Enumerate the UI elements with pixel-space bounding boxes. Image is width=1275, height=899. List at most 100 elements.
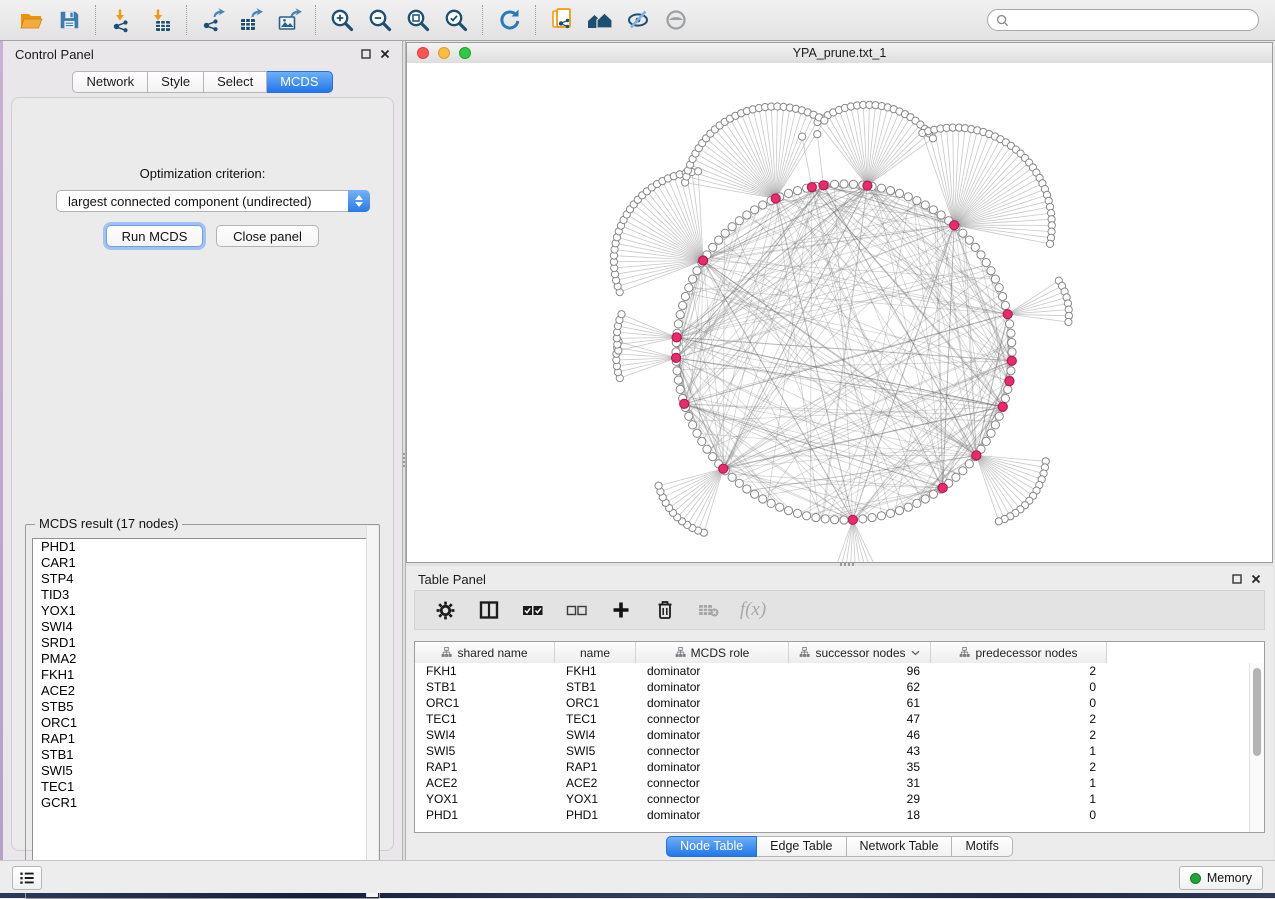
mcds-result-item[interactable]: CAR1 bbox=[33, 555, 372, 571]
run-mcds-button[interactable]: Run MCDS bbox=[106, 225, 203, 247]
float-panel-icon[interactable] bbox=[361, 49, 371, 59]
table-cell: 1 bbox=[931, 776, 1107, 790]
tab-edge-table[interactable]: Edge Table bbox=[757, 836, 846, 857]
table-row[interactable]: FKH1FKH1dominator962 bbox=[415, 663, 1250, 679]
close-panel-button[interactable]: Close panel bbox=[216, 225, 319, 247]
delete-column-icon[interactable] bbox=[653, 598, 677, 622]
mcds-result-item[interactable]: ACE2 bbox=[33, 683, 372, 699]
mcds-result-item[interactable]: PHD1 bbox=[33, 539, 372, 555]
table-row[interactable]: SWI4SWI4dominator462 bbox=[415, 727, 1250, 743]
mcds-result-item[interactable]: TEC1 bbox=[33, 779, 372, 795]
minimize-window-icon[interactable] bbox=[438, 47, 450, 59]
mcds-result-item[interactable]: GCR1 bbox=[33, 795, 372, 811]
settings-icon[interactable] bbox=[433, 598, 457, 622]
table-row[interactable]: SWI5SWI5connector431 bbox=[415, 743, 1250, 759]
import-table-icon[interactable] bbox=[141, 3, 179, 37]
memory-button[interactable]: Memory bbox=[1179, 866, 1263, 890]
table-cell: connector bbox=[636, 744, 789, 758]
search-input[interactable] bbox=[1015, 12, 1250, 28]
close-panel-icon[interactable] bbox=[1251, 574, 1261, 584]
table-row[interactable]: ORC1ORC1dominator610 bbox=[415, 695, 1250, 711]
home-icon[interactable] bbox=[581, 3, 619, 37]
refresh-view-icon[interactable] bbox=[490, 3, 528, 37]
table-row[interactable]: ACE2ACE2connector311 bbox=[415, 775, 1250, 791]
zoom-out-icon[interactable] bbox=[361, 3, 399, 37]
tab-node-table[interactable]: Node Table bbox=[666, 836, 757, 857]
open-folder-icon[interactable] bbox=[12, 3, 50, 37]
mcds-result-item[interactable]: STP4 bbox=[33, 571, 372, 587]
mcds-result-item[interactable]: STB1 bbox=[33, 747, 372, 763]
mcds-result-item[interactable]: SRD1 bbox=[33, 635, 372, 651]
column-header[interactable]: shared name bbox=[415, 642, 555, 663]
tab-style[interactable]: Style bbox=[148, 71, 204, 93]
network-window-titlebar[interactable]: YPA_prune.txt_1 bbox=[407, 43, 1272, 64]
table-scrollbar[interactable] bbox=[1249, 663, 1264, 832]
export-network-icon[interactable] bbox=[194, 3, 232, 37]
splitter-grip-icon bbox=[403, 453, 405, 469]
deselect-all-icon[interactable] bbox=[565, 598, 589, 622]
export-table-icon[interactable] bbox=[232, 3, 270, 37]
control-panel: Control Panel Network Style Select MCDS … bbox=[3, 41, 402, 861]
mcds-result-item[interactable]: FKH1 bbox=[33, 667, 372, 683]
mcds-result-item[interactable]: PMA2 bbox=[33, 651, 372, 667]
table-row[interactable]: STB1STB1dominator620 bbox=[415, 679, 1250, 695]
add-column-icon[interactable] bbox=[609, 598, 633, 622]
table-cell: STB1 bbox=[415, 680, 555, 694]
zoom-selected-icon[interactable] bbox=[437, 3, 475, 37]
mcds-result-item[interactable]: ORC1 bbox=[33, 715, 372, 731]
network-window-title: YPA_prune.txt_1 bbox=[793, 46, 887, 60]
toolbar-separator bbox=[315, 5, 316, 35]
network-graph[interactable] bbox=[407, 63, 1272, 562]
table-cell: RAP1 bbox=[415, 760, 555, 774]
network-canvas[interactable] bbox=[407, 63, 1272, 562]
mcds-result-scrollbar[interactable] bbox=[366, 526, 378, 897]
show-columns-icon[interactable] bbox=[477, 598, 501, 622]
table-row[interactable]: YOX1YOX1connector291 bbox=[415, 791, 1250, 807]
select-all-icon[interactable] bbox=[521, 598, 545, 622]
float-panel-icon[interactable] bbox=[1232, 574, 1242, 584]
header-filler bbox=[1107, 642, 1264, 663]
network-window: YPA_prune.txt_1 bbox=[406, 42, 1273, 563]
mcds-result-list[interactable]: PHD1CAR1STP4TID3YOX1SWI4SRD1PMA2FKH1ACE2… bbox=[32, 538, 373, 892]
table-row[interactable]: TEC1TEC1connector472 bbox=[415, 711, 1250, 727]
tab-motifs[interactable]: Motifs bbox=[952, 836, 1012, 857]
mcds-result-item[interactable]: STB5 bbox=[33, 699, 372, 715]
import-network-icon[interactable] bbox=[103, 3, 141, 37]
close-window-icon[interactable] bbox=[417, 47, 429, 59]
optimization-criterion-select[interactable]: largest connected component (undirected) bbox=[56, 190, 370, 212]
tab-network-table[interactable]: Network Table bbox=[847, 836, 953, 857]
table-body[interactable]: FKH1FKH1dominator962STB1STB1dominator620… bbox=[415, 663, 1250, 832]
table-header: shared namenameMCDS rolesuccessor nodesp… bbox=[415, 642, 1264, 664]
column-header[interactable]: successor nodes bbox=[789, 642, 931, 663]
search-field[interactable] bbox=[987, 9, 1259, 31]
select-stepper-icon[interactable] bbox=[348, 190, 370, 212]
table-cell: 46 bbox=[789, 728, 931, 742]
maximize-window-icon[interactable] bbox=[459, 47, 471, 59]
mcds-result-item[interactable]: SWI5 bbox=[33, 763, 372, 779]
tab-mcds[interactable]: MCDS bbox=[267, 71, 332, 93]
zoom-in-icon[interactable] bbox=[323, 3, 361, 37]
table-cell: 35 bbox=[789, 760, 931, 774]
table-row[interactable]: PHD1PHD1dominator180 bbox=[415, 807, 1250, 823]
mcds-result-item[interactable]: SWI4 bbox=[33, 619, 372, 635]
table-cell: ORC1 bbox=[555, 696, 636, 710]
zoom-fit-icon[interactable] bbox=[399, 3, 437, 37]
show-graphics-details-icon bbox=[657, 3, 695, 37]
close-panel-icon[interactable] bbox=[380, 49, 390, 59]
show-panels-menu-button[interactable] bbox=[12, 866, 42, 890]
save-icon[interactable] bbox=[50, 3, 88, 37]
mcds-result-item[interactable]: TID3 bbox=[33, 587, 372, 603]
column-header[interactable]: MCDS role bbox=[636, 642, 789, 663]
hide-graphics-details-icon[interactable] bbox=[619, 3, 657, 37]
mcds-result-item[interactable]: YOX1 bbox=[33, 603, 372, 619]
table-row[interactable]: RAP1RAP1dominator352 bbox=[415, 759, 1250, 775]
tab-select[interactable]: Select bbox=[204, 71, 267, 93]
mcds-result-item[interactable]: RAP1 bbox=[33, 731, 372, 747]
scrollbar-thumb[interactable] bbox=[1253, 668, 1261, 756]
export-image-icon[interactable] bbox=[270, 3, 308, 37]
tab-network[interactable]: Network bbox=[72, 71, 148, 93]
column-header[interactable]: name bbox=[555, 642, 636, 663]
network-document-icon[interactable] bbox=[543, 3, 581, 37]
table-cell: TEC1 bbox=[555, 712, 636, 726]
column-header[interactable]: predecessor nodes bbox=[931, 642, 1107, 663]
